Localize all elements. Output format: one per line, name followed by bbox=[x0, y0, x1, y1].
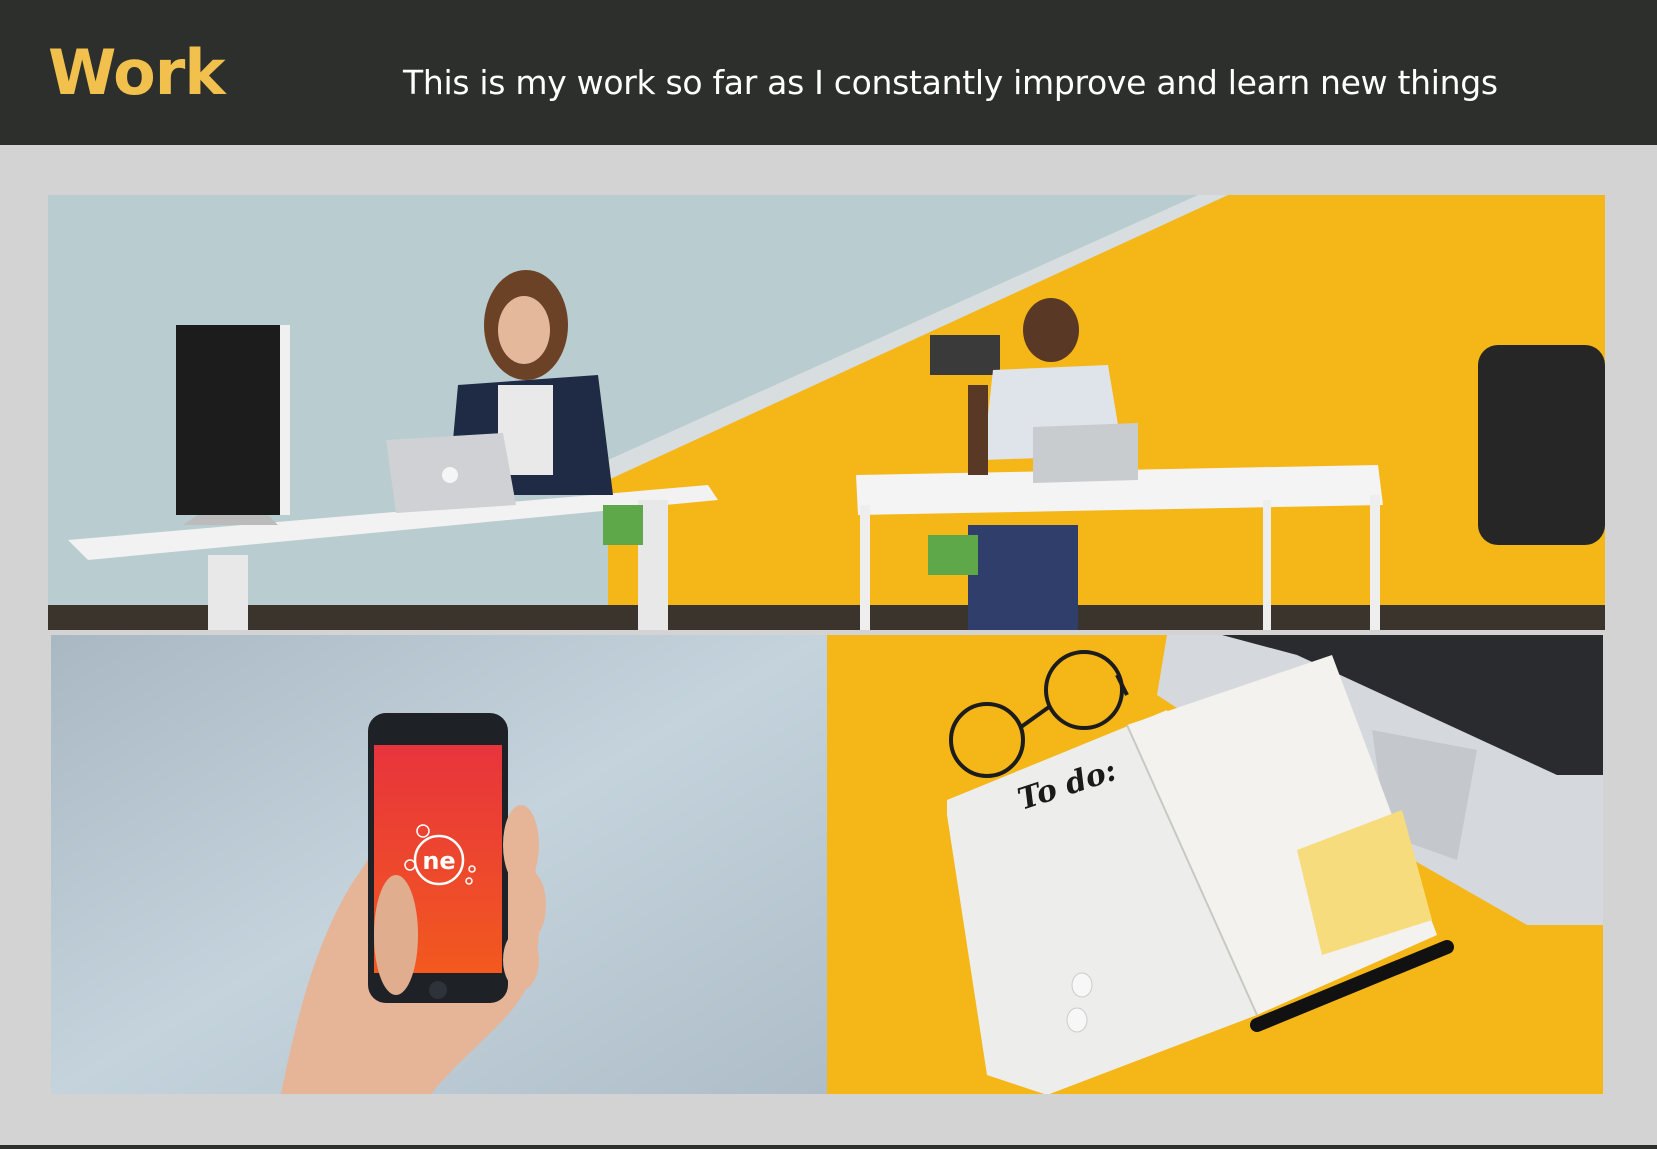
phone-photo: ne bbox=[51, 635, 827, 1094]
page-title: Work bbox=[48, 36, 226, 109]
bottom-divider bbox=[0, 1145, 1657, 1149]
header-bar: Work This is my work so far as I constan… bbox=[0, 0, 1657, 145]
office-photo bbox=[48, 195, 1605, 630]
page-tagline: This is my work so far as I constantly i… bbox=[403, 63, 1498, 102]
app-logo-text: ne bbox=[422, 847, 455, 875]
notebook-photo: To do: bbox=[827, 635, 1603, 1094]
